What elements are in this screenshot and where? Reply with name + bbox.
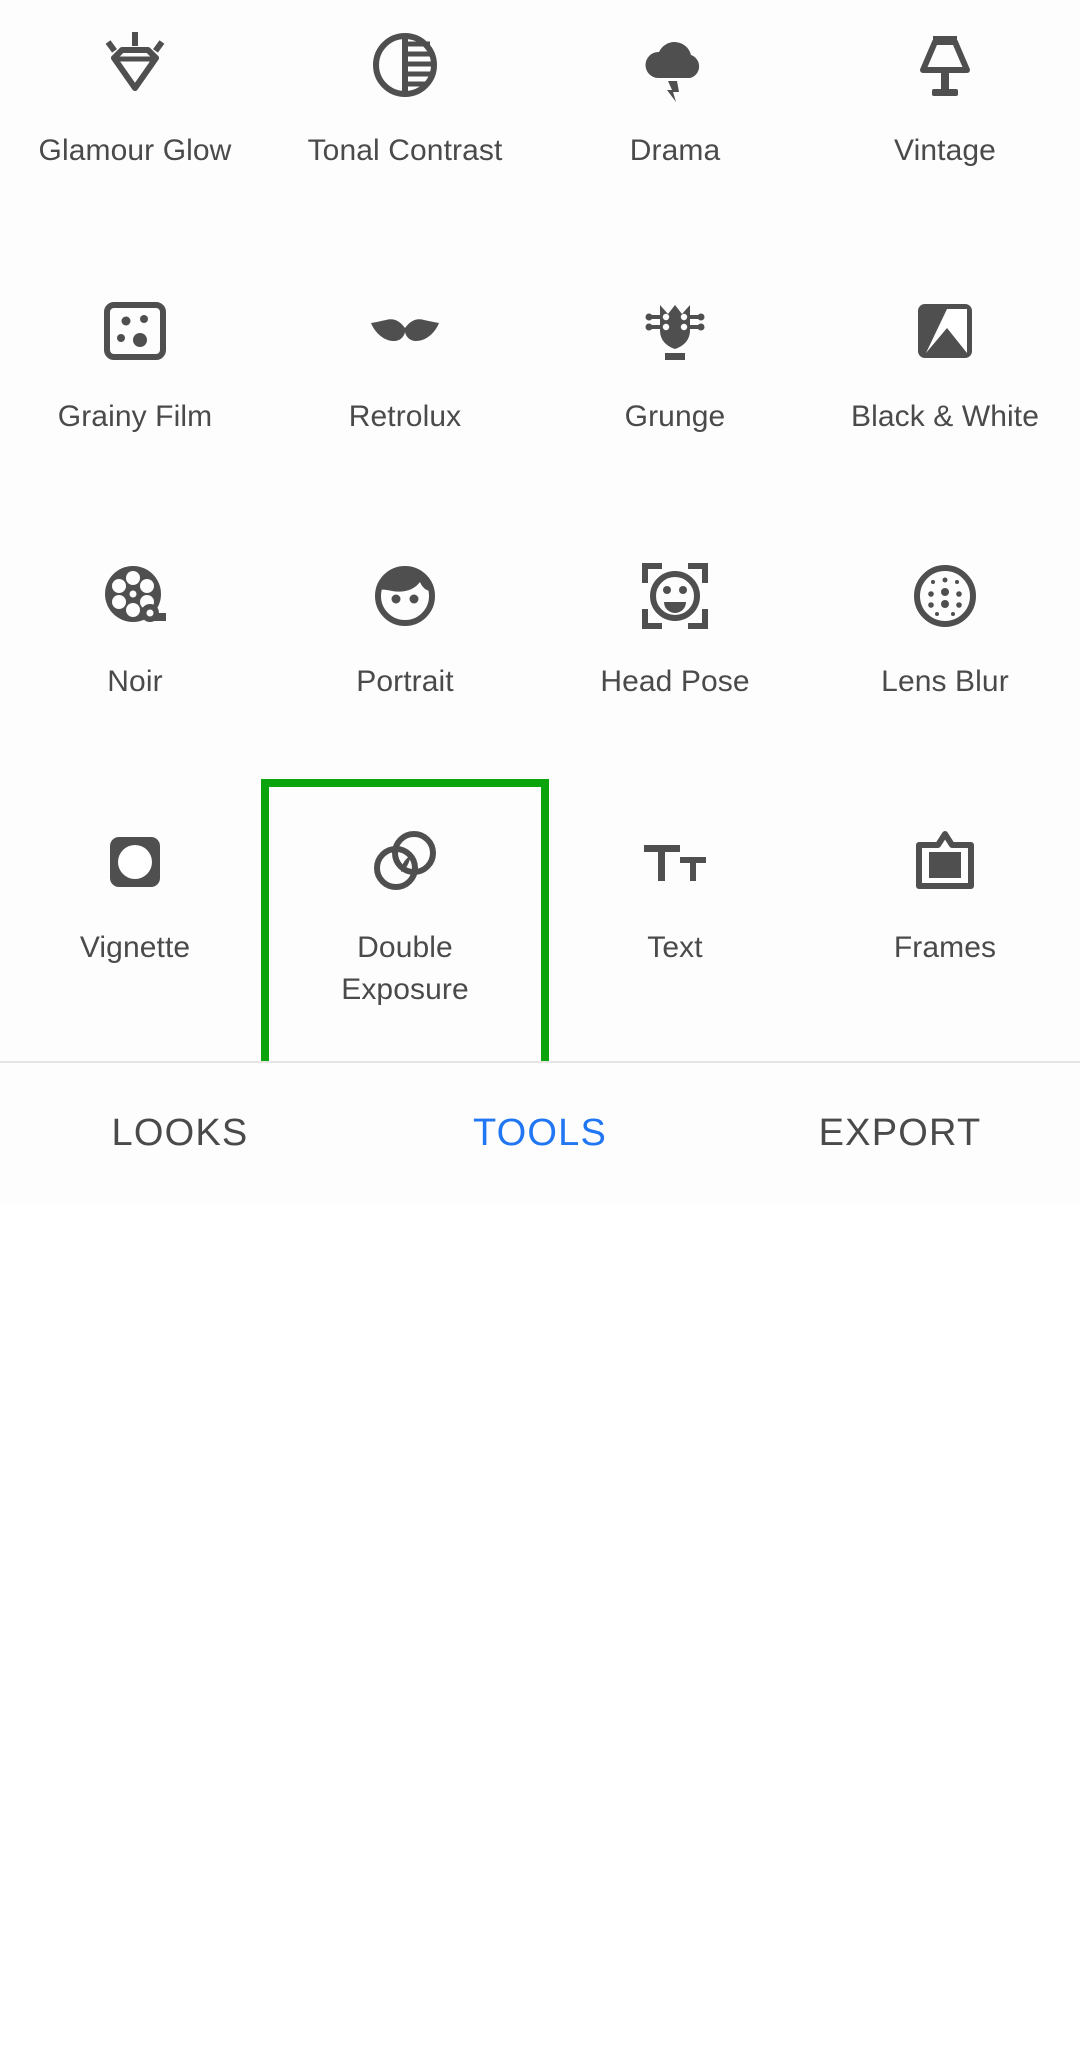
- guitar-headstock-icon: [636, 292, 714, 370]
- tab-tools[interactable]: TOOLS: [360, 1112, 720, 1155]
- tool-item-label: Retrolux: [348, 399, 462, 433]
- tool-item-head-pose[interactable]: Head Pose: [540, 531, 810, 797]
- half-circle-stripes-icon: [366, 26, 444, 104]
- tab-export[interactable]: EXPORT: [720, 1112, 1080, 1155]
- text-tt-icon: [636, 823, 714, 901]
- tool-item-tonal-contrast[interactable]: Tonal Contrast: [270, 0, 540, 266]
- photo-editor-screen: Glamour Glow Tonal Contrast Drama Vintag…: [0, 0, 1080, 2064]
- tool-item-label: Grainy Film: [57, 399, 213, 433]
- tool-item-lens-blur[interactable]: Lens Blur: [810, 531, 1080, 797]
- overlapping-circles-icon: [366, 823, 444, 901]
- tool-item-label: Glamour Glow: [38, 134, 232, 167]
- vignette-square-icon: [96, 823, 174, 901]
- tool-item-vintage[interactable]: Vintage: [810, 0, 1080, 266]
- tool-item-grunge[interactable]: Grunge: [540, 266, 810, 532]
- tool-item-noir[interactable]: Noir: [0, 531, 270, 797]
- tool-item-retrolux[interactable]: Retrolux: [270, 266, 540, 532]
- tool-item-portrait[interactable]: Portrait: [270, 531, 540, 797]
- grain-square-icon: [96, 292, 174, 370]
- tool-item-glamour-glow[interactable]: Glamour Glow: [0, 0, 270, 266]
- tool-item-label: Tonal Contrast: [307, 134, 503, 167]
- tool-item-drama[interactable]: Drama: [540, 0, 810, 266]
- tool-item-label: Drama: [629, 134, 721, 167]
- tool-item-text[interactable]: Text: [540, 797, 810, 1063]
- dotted-circle-icon: [906, 557, 984, 635]
- tool-item-label: Black & White: [850, 399, 1040, 433]
- tool-item-label: Frames: [893, 930, 997, 964]
- mustache-icon: [366, 292, 444, 370]
- tool-item-label: Text: [647, 930, 703, 964]
- film-reel-icon: [96, 557, 174, 635]
- diamond-sparkle-icon: [96, 26, 174, 104]
- tool-item-double-exposure[interactable]: Double Exposure: [270, 797, 540, 1063]
- tool-item-label: Lens Blur: [881, 665, 1009, 698]
- tab-looks[interactable]: LOOKS: [0, 1112, 360, 1155]
- cloud-lightning-icon: [636, 26, 714, 104]
- tool-item-label: Head Pose: [600, 665, 750, 698]
- table-lamp-icon: [906, 26, 984, 104]
- tool-item-label: Double Exposure: [341, 930, 469, 1006]
- bottom-tab-bar: LOOKS TOOLS EXPORT: [0, 1063, 1080, 1203]
- empty-content-area: [0, 1203, 1080, 2064]
- tool-item-label: Vintage: [894, 134, 996, 167]
- tool-item-label: Portrait: [356, 665, 454, 698]
- tool-item-frames[interactable]: Frames: [810, 797, 1080, 1063]
- tools-grid: Glamour Glow Tonal Contrast Drama Vintag…: [0, 0, 1080, 1062]
- tool-item-vignette[interactable]: Vignette: [0, 797, 270, 1063]
- tool-item-label: Noir: [107, 665, 163, 698]
- smiley-brackets-icon: [636, 557, 714, 635]
- picture-frame-icon: [906, 823, 984, 901]
- split-square-icon: [906, 292, 984, 370]
- tool-item-black-white[interactable]: Black & White: [810, 266, 1080, 532]
- tool-item-grainy-film[interactable]: Grainy Film: [0, 266, 270, 532]
- face-portrait-icon: [366, 557, 444, 635]
- tool-item-label: Grunge: [624, 399, 726, 433]
- tool-item-label: Vignette: [79, 930, 191, 964]
